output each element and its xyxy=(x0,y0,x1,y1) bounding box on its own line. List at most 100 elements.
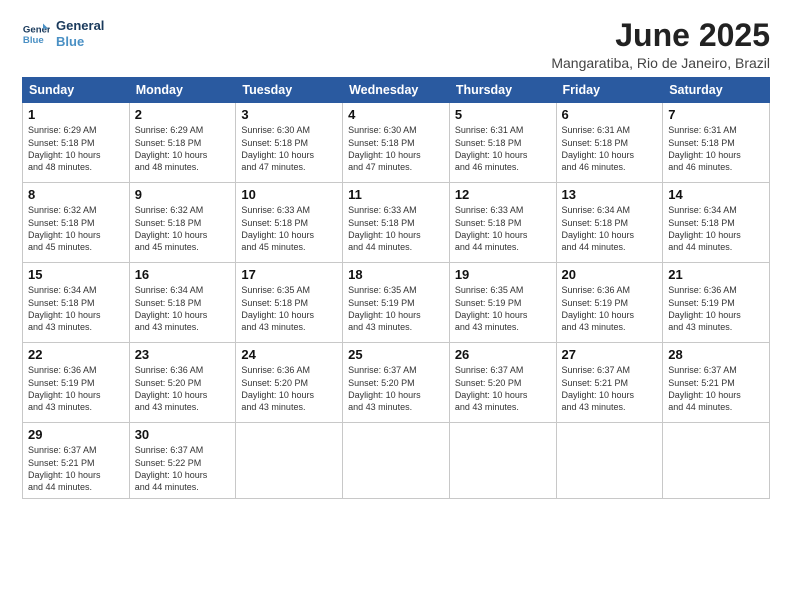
cell-info: Sunrise: 6:37 AMSunset: 5:21 PMDaylight:… xyxy=(668,365,741,412)
cell-info: Sunrise: 6:30 AMSunset: 5:18 PMDaylight:… xyxy=(348,125,421,172)
table-row: 22 Sunrise: 6:36 AMSunset: 5:19 PMDayligh… xyxy=(23,343,130,423)
table-row: 30 Sunrise: 6:37 AMSunset: 5:22 PMDayligh… xyxy=(129,423,236,499)
table-row: 27 Sunrise: 6:37 AMSunset: 5:21 PMDayligh… xyxy=(556,343,663,423)
svg-text:General: General xyxy=(23,24,50,35)
day-number: 10 xyxy=(241,187,337,202)
header: General Blue General Blue June 2025 Mang… xyxy=(22,18,770,71)
col-saturday: Saturday xyxy=(663,78,770,103)
day-number: 27 xyxy=(562,347,658,362)
logo-icon: General Blue xyxy=(22,20,50,48)
logo-text-line2: Blue xyxy=(56,34,104,50)
table-row: 20 Sunrise: 6:36 AMSunset: 5:19 PMDayligh… xyxy=(556,263,663,343)
cell-info: Sunrise: 6:37 AMSunset: 5:21 PMDaylight:… xyxy=(28,445,101,492)
col-tuesday: Tuesday xyxy=(236,78,343,103)
day-number: 3 xyxy=(241,107,337,122)
table-row: 25Sunrise: 6:37 AMSunset: 5:20 PMDayligh… xyxy=(343,343,450,423)
cell-info: Sunrise: 6:34 AMSunset: 5:18 PMDaylight:… xyxy=(135,285,208,332)
table-row: 14 Sunrise: 6:34 AMSunset: 5:18 PMDayligh… xyxy=(663,183,770,263)
day-number: 20 xyxy=(562,267,658,282)
cell-info: Sunrise: 6:35 AMSunset: 5:18 PMDaylight:… xyxy=(241,285,314,332)
cell-info: Sunrise: 6:29 AMSunset: 5:18 PMDaylight:… xyxy=(28,125,101,172)
day-number: 8 xyxy=(28,187,124,202)
cell-info: Sunrise: 6:37 AMSunset: 5:22 PMDaylight:… xyxy=(135,445,208,492)
cell-info: Sunrise: 6:33 AMSunset: 5:18 PMDaylight:… xyxy=(348,205,421,252)
cell-info: Sunrise: 6:35 AMSunset: 5:19 PMDaylight:… xyxy=(455,285,528,332)
table-row: 7 Sunrise: 6:31 AMSunset: 5:18 PMDaylight… xyxy=(663,103,770,183)
day-number: 24 xyxy=(241,347,337,362)
col-wednesday: Wednesday xyxy=(343,78,450,103)
table-row: 13Sunrise: 6:34 AMSunset: 5:18 PMDayligh… xyxy=(556,183,663,263)
col-monday: Monday xyxy=(129,78,236,103)
table-row: 29 Sunrise: 6:37 AMSunset: 5:21 PMDayligh… xyxy=(23,423,130,499)
cell-info: Sunrise: 6:36 AMSunset: 5:20 PMDaylight:… xyxy=(135,365,208,412)
day-number: 14 xyxy=(668,187,764,202)
col-friday: Friday xyxy=(556,78,663,103)
table-row: 10 Sunrise: 6:33 AMSunset: 5:18 PMDayligh… xyxy=(236,183,343,263)
cell-info: Sunrise: 6:34 AMSunset: 5:18 PMDaylight:… xyxy=(562,205,635,252)
table-row: 9 Sunrise: 6:32 AMSunset: 5:18 PMDaylight… xyxy=(129,183,236,263)
cell-info: Sunrise: 6:35 AMSunset: 5:19 PMDaylight:… xyxy=(348,285,421,332)
table-row: 3Sunrise: 6:30 AMSunset: 5:18 PMDaylight… xyxy=(236,103,343,183)
page: General Blue General Blue June 2025 Mang… xyxy=(0,0,792,612)
day-number: 5 xyxy=(455,107,551,122)
day-number: 2 xyxy=(135,107,231,122)
day-number: 28 xyxy=(668,347,764,362)
day-number: 16 xyxy=(135,267,231,282)
day-number: 30 xyxy=(135,427,231,442)
table-row: 19 Sunrise: 6:35 AMSunset: 5:19 PMDayligh… xyxy=(449,263,556,343)
col-thursday: Thursday xyxy=(449,78,556,103)
table-row: 24 Sunrise: 6:36 AMSunset: 5:20 PMDayligh… xyxy=(236,343,343,423)
table-row: 15 Sunrise: 6:34 AMSunset: 5:18 PMDayligh… xyxy=(23,263,130,343)
table-row: 28 Sunrise: 6:37 AMSunset: 5:21 PMDayligh… xyxy=(663,343,770,423)
day-number: 6 xyxy=(562,107,658,122)
cell-info: Sunrise: 6:32 AMSunset: 5:18 PMDaylight:… xyxy=(135,205,208,252)
day-number: 17 xyxy=(241,267,337,282)
day-number: 23 xyxy=(135,347,231,362)
cell-info: Sunrise: 6:29 AMSunset: 5:18 PMDaylight:… xyxy=(135,125,208,172)
cell-info: Sunrise: 6:34 AMSunset: 5:18 PMDaylight:… xyxy=(28,285,101,332)
cell-info: Sunrise: 6:36 AMSunset: 5:19 PMDaylight:… xyxy=(668,285,741,332)
day-number: 29 xyxy=(28,427,124,442)
table-row: 18 Sunrise: 6:35 AMSunset: 5:19 PMDayligh… xyxy=(343,263,450,343)
table-row xyxy=(449,423,556,499)
table-row: 6 Sunrise: 6:31 AMSunset: 5:18 PMDaylight… xyxy=(556,103,663,183)
cell-info: Sunrise: 6:31 AMSunset: 5:18 PMDaylight:… xyxy=(455,125,528,172)
table-row: 1Sunrise: 6:29 AMSunset: 5:18 PMDaylight… xyxy=(23,103,130,183)
cell-info: Sunrise: 6:36 AMSunset: 5:20 PMDaylight:… xyxy=(241,365,314,412)
day-number: 22 xyxy=(28,347,124,362)
day-number: 19 xyxy=(455,267,551,282)
cell-info: Sunrise: 6:34 AMSunset: 5:18 PMDaylight:… xyxy=(668,205,741,252)
table-row xyxy=(556,423,663,499)
day-number: 18 xyxy=(348,267,444,282)
cell-info: Sunrise: 6:31 AMSunset: 5:18 PMDaylight:… xyxy=(668,125,741,172)
cell-info: Sunrise: 6:31 AMSunset: 5:18 PMDaylight:… xyxy=(562,125,635,172)
cell-info: Sunrise: 6:33 AMSunset: 5:18 PMDaylight:… xyxy=(241,205,314,252)
cell-info: Sunrise: 6:37 AMSunset: 5:20 PMDaylight:… xyxy=(455,365,528,412)
table-row: 26 Sunrise: 6:37 AMSunset: 5:20 PMDayligh… xyxy=(449,343,556,423)
location: Mangaratiba, Rio de Janeiro, Brazil xyxy=(551,55,770,71)
cell-info: Sunrise: 6:33 AMSunset: 5:18 PMDaylight:… xyxy=(455,205,528,252)
table-row: 17 Sunrise: 6:35 AMSunset: 5:18 PMDayligh… xyxy=(236,263,343,343)
table-row: 23 Sunrise: 6:36 AMSunset: 5:20 PMDayligh… xyxy=(129,343,236,423)
month-title: June 2025 xyxy=(551,18,770,53)
day-number: 11 xyxy=(348,187,444,202)
table-row: 4 Sunrise: 6:30 AMSunset: 5:18 PMDaylight… xyxy=(343,103,450,183)
cell-info: Sunrise: 6:32 AMSunset: 5:18 PMDaylight:… xyxy=(28,205,101,252)
day-number: 25 xyxy=(348,347,444,362)
cell-info: Sunrise: 6:36 AMSunset: 5:19 PMDaylight:… xyxy=(562,285,635,332)
table-row: 12Sunrise: 6:33 AMSunset: 5:18 PMDayligh… xyxy=(449,183,556,263)
day-number: 21 xyxy=(668,267,764,282)
table-row xyxy=(343,423,450,499)
day-number: 26 xyxy=(455,347,551,362)
svg-text:Blue: Blue xyxy=(23,34,44,45)
day-number: 15 xyxy=(28,267,124,282)
table-row xyxy=(236,423,343,499)
day-number: 7 xyxy=(668,107,764,122)
cell-info: Sunrise: 6:37 AMSunset: 5:21 PMDaylight:… xyxy=(562,365,635,412)
table-row: 16 Sunrise: 6:34 AMSunset: 5:18 PMDayligh… xyxy=(129,263,236,343)
col-sunday: Sunday xyxy=(23,78,130,103)
day-number: 9 xyxy=(135,187,231,202)
cell-info: Sunrise: 6:36 AMSunset: 5:19 PMDaylight:… xyxy=(28,365,101,412)
table-row xyxy=(663,423,770,499)
day-number: 4 xyxy=(348,107,444,122)
